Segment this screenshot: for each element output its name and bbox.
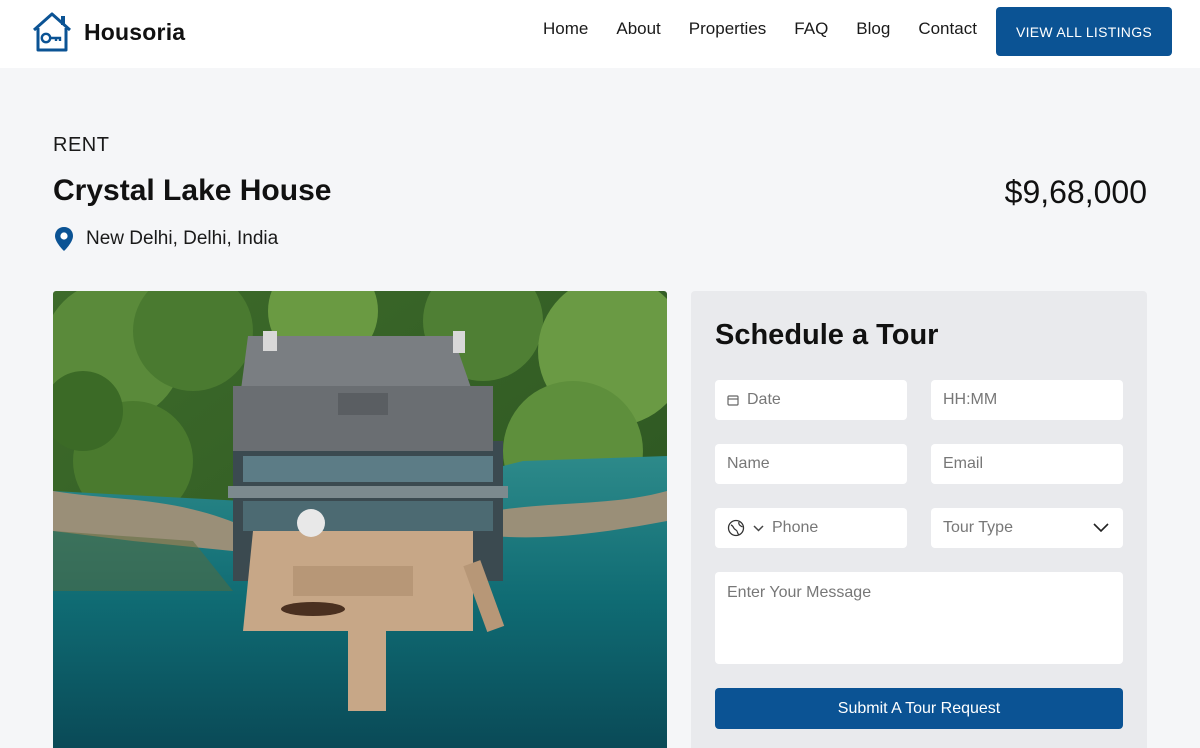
- tour-type-select[interactable]: Tour Type: [931, 508, 1123, 548]
- house-key-logo-icon: [33, 12, 71, 52]
- site-header: Housoria Home About Properties FAQ Blog …: [0, 0, 1200, 68]
- phone-placeholder: Phone: [772, 519, 819, 536]
- email-field[interactable]: Email: [931, 444, 1123, 484]
- listing-type-badge: RENT: [53, 134, 110, 156]
- name-field[interactable]: Name: [715, 444, 907, 484]
- property-price: $9,68,000: [1004, 174, 1147, 210]
- property-photo: [53, 291, 667, 748]
- chevron-down-icon[interactable]: [753, 524, 764, 532]
- email-placeholder: Email: [943, 455, 984, 472]
- time-placeholder: HH:MM: [943, 391, 998, 408]
- brand[interactable]: Housoria: [30, 11, 185, 53]
- main-nav: Home About Properties FAQ Blog Contact: [543, 19, 1005, 39]
- message-textarea[interactable]: Enter Your Message: [715, 572, 1123, 664]
- date-placeholder: Date: [747, 391, 781, 408]
- globe-icon[interactable]: [727, 519, 745, 537]
- phone-field[interactable]: Phone: [715, 508, 907, 548]
- view-all-listings-button[interactable]: VIEW ALL LISTINGS: [996, 7, 1172, 56]
- chevron-down-icon: [1093, 519, 1109, 537]
- name-placeholder: Name: [727, 455, 770, 472]
- property-title: Crystal Lake House: [53, 174, 332, 207]
- nav-link-home[interactable]: Home: [543, 19, 588, 39]
- map-pin-icon: [55, 227, 73, 251]
- nav-link-faq[interactable]: FAQ: [794, 19, 828, 39]
- property-location: New Delhi, Delhi, India: [53, 226, 278, 252]
- tour-type-placeholder: Tour Type: [943, 519, 1013, 536]
- time-field[interactable]: HH:MM: [931, 380, 1123, 420]
- schedule-tour-panel: Schedule a Tour Date HH:MM Name Email Ph…: [691, 291, 1147, 748]
- nav-link-contact[interactable]: Contact: [918, 19, 977, 39]
- submit-tour-request-button[interactable]: Submit A Tour Request: [715, 688, 1123, 729]
- nav-link-properties[interactable]: Properties: [689, 19, 766, 39]
- brand-name: Housoria: [84, 18, 186, 45]
- date-field[interactable]: Date: [715, 380, 907, 420]
- location-text: New Delhi, Delhi, India: [86, 228, 279, 249]
- nav-link-blog[interactable]: Blog: [856, 19, 890, 39]
- panel-title: Schedule a Tour: [715, 319, 939, 351]
- calendar-icon: [727, 394, 739, 406]
- message-placeholder: Enter Your Message: [727, 584, 872, 601]
- nav-link-about[interactable]: About: [616, 19, 660, 39]
